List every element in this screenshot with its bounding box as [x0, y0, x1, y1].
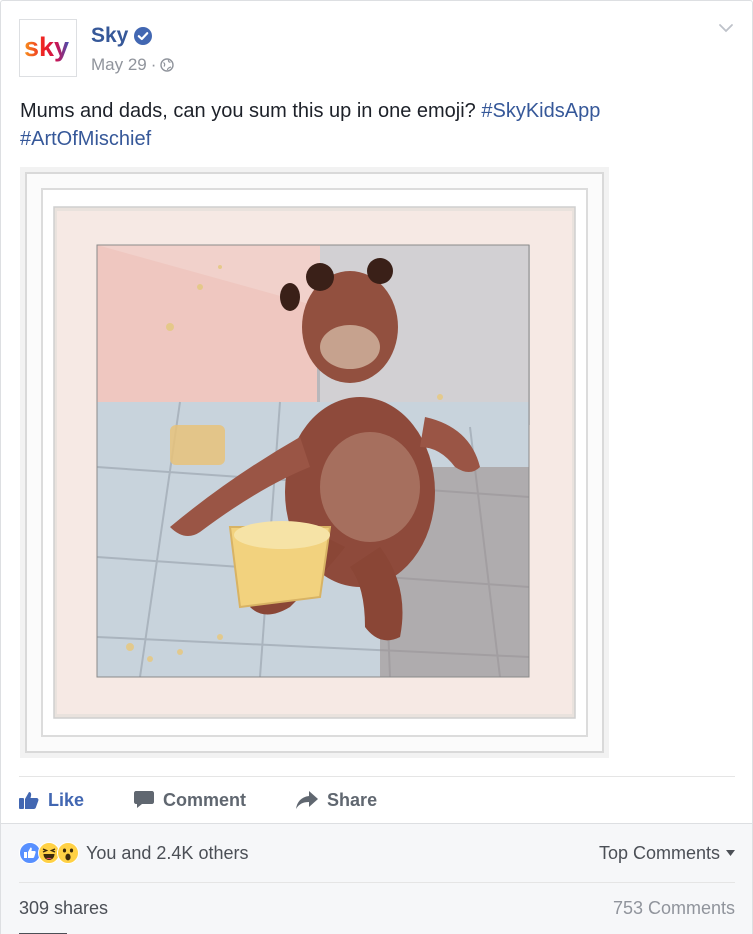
action-bar: Like Comment Share [19, 776, 735, 823]
caret-down-icon [726, 850, 735, 856]
engagement-footer: You and 2.4K others Top Comments 309 sha… [1, 823, 752, 934]
wow-reaction-icon [57, 842, 79, 864]
reaction-summary-text[interactable]: You and 2.4K others [86, 843, 248, 864]
comment-sort-dropdown[interactable]: Top Comments [599, 843, 735, 864]
thumbs-up-icon [19, 792, 39, 809]
reactions-row: You and 2.4K others Top Comments [19, 824, 735, 883]
post-photo[interactable] [20, 167, 609, 758]
comment-button[interactable]: Comment [134, 790, 246, 811]
hashtag-link[interactable]: #SkyKidsApp [481, 100, 600, 122]
shares-count[interactable]: 309 shares [19, 898, 108, 919]
page-name[interactable]: Sky [91, 24, 153, 48]
comment-label: Comment [163, 789, 247, 810]
globe-icon [160, 58, 175, 72]
reaction-summary[interactable]: You and 2.4K others [19, 842, 248, 864]
like-label: Like [48, 789, 85, 810]
share-arrow-icon [296, 791, 319, 809]
share-label: Share [327, 789, 378, 810]
post-text: Mums and dads, can you sum this up in on… [20, 97, 720, 153]
page-name-text[interactable]: Sky [91, 24, 128, 48]
framed-photo [20, 167, 609, 758]
comment-bubble-icon [134, 791, 155, 808]
meta-separator: · [150, 55, 157, 74]
post-meta: May 29 · [91, 55, 175, 75]
share-button[interactable]: Share [296, 790, 377, 811]
page-avatar[interactable]: sky [19, 19, 77, 77]
post-body: Mums and dads, can you sum this up in on… [20, 100, 476, 122]
svg-text:sky: sky [24, 32, 69, 62]
verified-badge-icon [134, 27, 153, 45]
sky-logo: sky [24, 32, 69, 62]
hashtag-link[interactable]: #ArtOfMischief [20, 128, 151, 150]
stats-row: 309 shares 753 Comments [19, 883, 735, 933]
post-card: sky Sky May 29 · Mums and dads, can you … [0, 0, 753, 934]
comment-sort-label: Top Comments [598, 842, 720, 863]
chevron-down-icon[interactable] [718, 23, 734, 33]
post-date[interactable]: May 29 [91, 55, 147, 75]
like-button[interactable]: Like [19, 790, 84, 811]
comments-count[interactable]: 753 Comments [613, 898, 735, 919]
